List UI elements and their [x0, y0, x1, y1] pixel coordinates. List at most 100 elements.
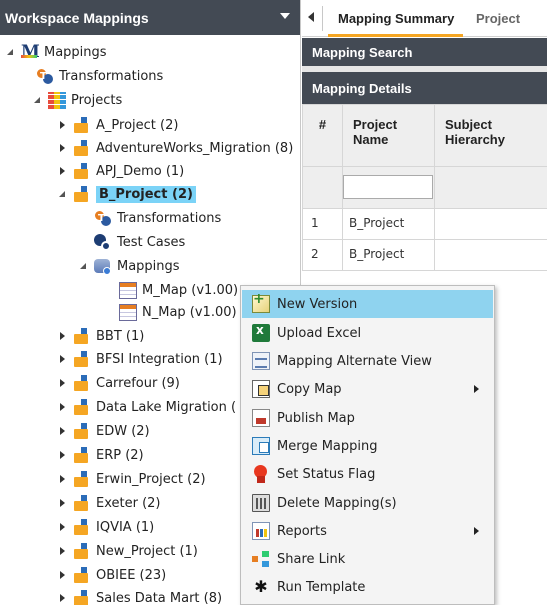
tree-node-label: BBT (1) — [96, 328, 145, 344]
menu-item-set-status-flag[interactable]: Set Status Flag — [242, 460, 493, 488]
project-icon — [73, 116, 91, 134]
expand-arrow-icon[interactable] — [58, 498, 68, 508]
dropdown-caret-icon[interactable] — [280, 13, 290, 19]
expand-arrow-icon[interactable] — [58, 546, 68, 556]
expand-arrow-icon[interactable] — [58, 426, 68, 436]
mapping-search-header[interactable]: Mapping Search — [302, 38, 547, 66]
tree-node-label: Erwin_Project (2) — [96, 471, 206, 487]
filter-cell — [302, 166, 343, 209]
column-header-project-name[interactable]: Project Name — [342, 104, 435, 167]
expand-arrow-icon[interactable] — [58, 120, 68, 130]
tree-node-label: M_Map (v1.00) — [142, 282, 239, 298]
tree-node-label: AdventureWorks_Migration (8) — [96, 140, 294, 156]
project-icon — [73, 446, 91, 464]
tree-node-label: ERP (2) — [96, 447, 144, 463]
project-icon — [73, 185, 91, 203]
table-row[interactable]: 1 B_Project — [302, 208, 547, 240]
tree-node-project[interactable]: IQVIA (1) — [58, 515, 154, 539]
tree-node-label: New_Project (1) — [96, 543, 198, 559]
tree-node-map[interactable]: M_Map (v1.00) — [104, 278, 238, 302]
collapse-arrow-icon[interactable] — [79, 261, 89, 271]
tree-node-project[interactable]: BFSI Integration (1) — [58, 347, 223, 371]
expand-arrow-icon[interactable] — [58, 570, 68, 580]
menu-item-run-template[interactable]: ✱ Run Template — [242, 573, 493, 601]
tree-node-project[interactable]: ERP (2) — [58, 443, 144, 467]
menu-item-copy-map[interactable]: Copy Map — [242, 375, 493, 403]
publish-icon — [252, 409, 270, 427]
tree-node-project[interactable]: Carrefour (9) — [58, 371, 180, 395]
table-row[interactable]: 2 B_Project — [302, 239, 547, 271]
tab-scroll-left-icon[interactable] — [308, 12, 314, 22]
share-link-icon — [252, 550, 270, 568]
expand-arrow-icon[interactable] — [58, 331, 68, 341]
tree-node-project[interactable]: AdventureWorks_Migration (8) — [58, 136, 293, 160]
expand-arrow-icon[interactable] — [58, 354, 68, 364]
tree-node-project[interactable]: Erwin_Project (2) — [58, 467, 206, 491]
tree-node-project[interactable]: A_Project (2) — [58, 113, 178, 137]
menu-item-new-version[interactable]: New Version — [242, 290, 493, 318]
tree-node-label: B_Project (2) — [96, 185, 196, 203]
tree-node-mappings-folder[interactable]: Mappings — [79, 254, 180, 278]
menu-item-mapping-alternate-view[interactable]: Mapping Alternate View — [242, 347, 493, 375]
tree-node-project[interactable]: APJ_Demo (1) — [58, 159, 184, 183]
tree-node-project[interactable]: BBT (1) — [58, 324, 144, 348]
collapse-arrow-icon[interactable] — [6, 47, 16, 57]
column-header-subject-hierarchy[interactable]: Subject Hierarchy — [434, 104, 547, 167]
merge-icon — [252, 437, 270, 455]
menu-item-merge-mapping[interactable]: Merge Mapping — [242, 432, 493, 460]
expand-arrow-icon[interactable] — [58, 593, 68, 603]
project-icon — [73, 589, 91, 605]
project-icon — [73, 494, 91, 512]
tree-node-project[interactable]: New_Project (1) — [58, 539, 198, 563]
menu-item-publish-map[interactable]: Publish Map — [242, 404, 493, 432]
menu-item-label: Set Status Flag — [277, 466, 376, 482]
column-header-number[interactable]: # — [302, 104, 343, 167]
test-cases-icon — [94, 233, 112, 251]
collapse-arrow-icon[interactable] — [58, 189, 68, 199]
tree-node-map[interactable]: N_Map (v1.00) — [104, 300, 237, 324]
tree-node-project[interactable]: Data Lake Migration ( — [58, 395, 236, 419]
menu-item-share-link[interactable]: Share Link — [242, 545, 493, 573]
tree-node-project[interactable]: Exeter (2) — [58, 491, 161, 515]
run-template-icon: ✱ — [254, 577, 268, 596]
filter-cell — [342, 166, 435, 209]
tree-node-project[interactable]: OBIEE (23) — [58, 563, 166, 587]
expand-arrow-icon[interactable] — [58, 143, 68, 153]
expand-arrow-icon[interactable] — [58, 378, 68, 388]
project-icon — [73, 398, 91, 416]
tab-project[interactable]: Project — [476, 11, 520, 26]
tree-node-label: BFSI Integration (1) — [96, 351, 223, 367]
tree-node-project[interactable]: EDW (2) — [58, 419, 150, 443]
expand-arrow-icon[interactable] — [58, 402, 68, 412]
expand-arrow-icon[interactable] — [58, 450, 68, 460]
tree-node-test-cases[interactable]: Test Cases — [79, 230, 185, 254]
expand-arrow-icon[interactable] — [58, 522, 68, 532]
tree-node-label: Exeter (2) — [96, 495, 161, 511]
tree-node-label: Mappings — [44, 44, 107, 60]
tab-mapping-summary[interactable]: Mapping Summary — [326, 0, 469, 37]
menu-item-delete-mappings[interactable]: Delete Mapping(s) — [242, 489, 493, 517]
tree-node-label: Transformations — [117, 210, 222, 226]
transformations-icon: T — [94, 210, 112, 227]
tree-node-mappings-root[interactable]: M Mappings — [6, 40, 107, 64]
tree-node-label: Mappings — [117, 258, 180, 274]
tab-bar: Mapping Summary Project — [302, 0, 547, 37]
expand-arrow-icon[interactable] — [58, 166, 68, 176]
tree-node-label: Carrefour (9) — [96, 375, 180, 391]
tree-node-label: OBIEE (23) — [96, 567, 167, 583]
transformations-icon: T — [36, 68, 54, 85]
tree-node-transformations[interactable]: T Transformations — [79, 206, 221, 230]
tree-node-project[interactable]: Sales Data Mart (8) — [58, 586, 222, 605]
mappings-logo-icon: M — [21, 41, 40, 62]
project-name-filter-input[interactable] — [343, 175, 433, 199]
mapping-details-header[interactable]: Mapping Details — [302, 72, 547, 104]
tree-node-project-selected[interactable]: B_Project (2) — [58, 182, 196, 206]
tree-node-label: Transformations — [59, 68, 164, 84]
tree-node-transformations[interactable]: T Transformations — [21, 64, 163, 88]
menu-item-reports[interactable]: Reports — [242, 517, 493, 545]
expand-arrow-icon[interactable] — [58, 474, 68, 484]
collapse-arrow-icon[interactable] — [33, 95, 43, 105]
menu-item-upload-excel[interactable]: Upload Excel — [242, 319, 493, 347]
panel-header[interactable]: Workspace Mappings — [0, 0, 300, 35]
tree-node-projects[interactable]: Projects — [33, 88, 122, 112]
